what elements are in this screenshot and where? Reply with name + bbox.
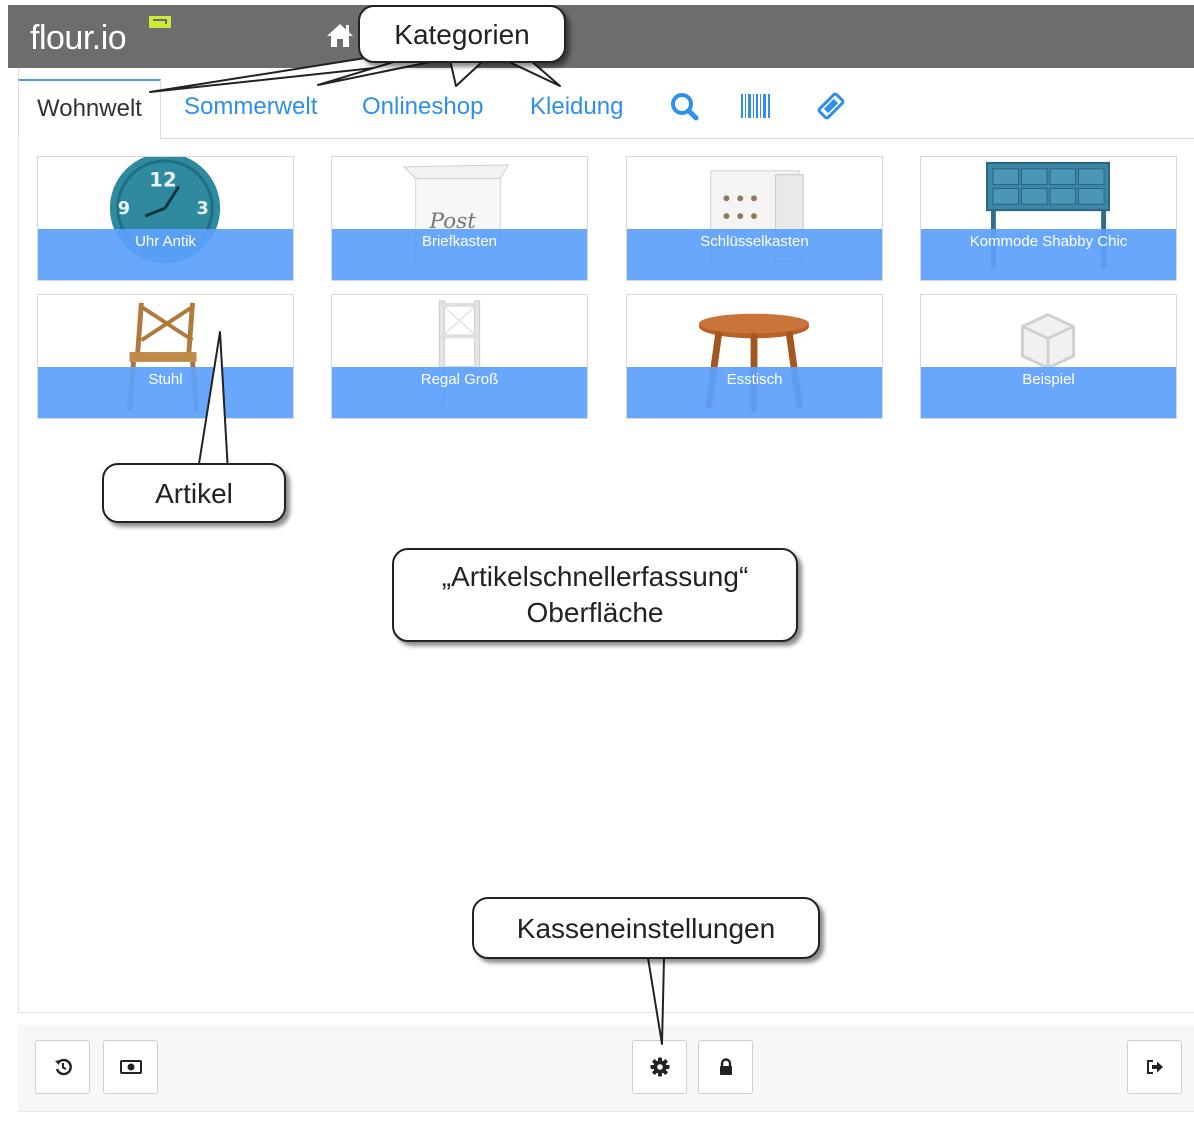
article-tile[interactable]: Schlüsselkasten [626, 156, 883, 281]
app-logo: flour.io [30, 19, 127, 57]
callout-surface-line2: Oberfläche [526, 597, 664, 628]
cash-icon [119, 1060, 142, 1074]
logout-icon [1146, 1060, 1163, 1074]
svg-text:12: 12 [149, 169, 176, 192]
barcode-icon[interactable] [739, 91, 773, 121]
article-tile[interactable]: Kommode Shabby Chic [920, 156, 1177, 281]
article-label: Briefkasten [421, 233, 498, 250]
svg-text:9: 9 [118, 199, 130, 219]
article-tile[interactable]: 12 3 9 Uhr Antik [37, 156, 294, 281]
tab-wohnwelt[interactable]: Wohnwelt [18, 79, 161, 140]
article-tile[interactable]: Beispiel [920, 294, 1177, 419]
ticket-icon[interactable] [814, 91, 848, 121]
lock-button[interactable] [698, 1040, 753, 1094]
lock-icon [719, 1058, 732, 1075]
category-tabs: Wohnwelt Sommerwelt Onlineshop Kleidung [18, 77, 1194, 140]
callout-articles: Artikel [102, 463, 286, 523]
logo-badge [149, 16, 171, 28]
article-tile[interactable]: Esstisch [626, 294, 883, 419]
gear-icon [650, 1057, 669, 1077]
cash-button[interactable] [103, 1040, 158, 1094]
logout-button[interactable] [1127, 1040, 1182, 1094]
article-label: Kommode Shabby Chic [969, 233, 1128, 250]
article-label: Uhr Antik [135, 233, 196, 250]
footer-toolbar [18, 1025, 1194, 1112]
home-icon[interactable] [326, 22, 354, 48]
search-icon[interactable] [667, 91, 701, 121]
app-header: flour.io [8, 5, 1194, 68]
article-tile[interactable]: Stuhl [37, 294, 294, 419]
history-button[interactable] [35, 1040, 90, 1094]
callout-settings: Kasseneinstellungen [472, 897, 820, 959]
article-tile[interactable]: Post Briefkasten [331, 156, 588, 281]
callout-surface-line1: „Artikelschnellerfassung“ [441, 561, 749, 592]
tab-onlineshop[interactable]: Onlineshop [362, 79, 483, 140]
svg-text:3: 3 [196, 199, 208, 219]
pos-screen: flour.io Wohnwelt Sommerwelt Onlineshop … [0, 0, 1194, 1128]
callout-categories: Kategorien [358, 5, 566, 63]
settings-button[interactable] [632, 1040, 687, 1094]
article-label: Regal Groß [420, 371, 499, 388]
history-icon [54, 1058, 72, 1076]
callout-surface: „Artikelschnellerfassung“ Oberfläche [392, 548, 798, 642]
article-label: Schlüsselkasten [700, 233, 809, 250]
tab-sommerwelt[interactable]: Sommerwelt [184, 79, 317, 140]
article-label: Beispiel [1022, 371, 1075, 388]
article-label: Stuhl [148, 371, 183, 388]
article-label: Esstisch [726, 371, 783, 388]
article-tile[interactable]: Regal Groß [331, 294, 588, 419]
tab-kleidung[interactable]: Kleidung [530, 79, 623, 140]
